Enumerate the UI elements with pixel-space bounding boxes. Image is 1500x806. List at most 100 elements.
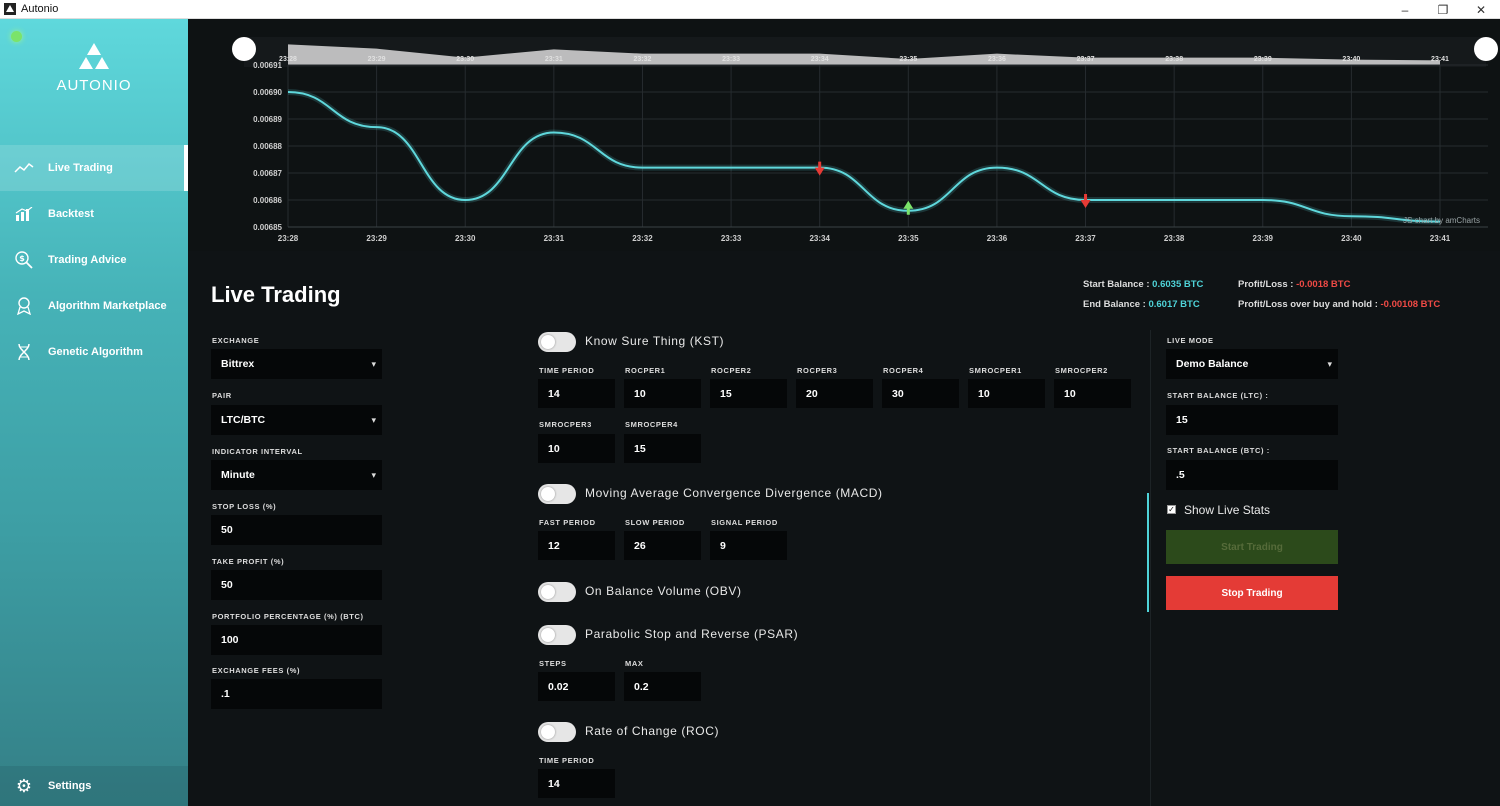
take-profit-label: Take Profit (%) [212, 557, 285, 566]
y-tick-label: 0.00686 [253, 196, 282, 205]
profit-stats: Profit/Loss : -0.0018 BTC Profit/Loss ov… [1238, 278, 1440, 318]
kst-toggle[interactable] [538, 332, 576, 352]
kst-rocper3-input[interactable]: 20 [796, 379, 873, 408]
end-balance-label: End Balance : [1083, 299, 1146, 310]
psar-steps-label: Steps [539, 659, 567, 668]
roc-time-period-input[interactable]: 14 [538, 769, 615, 798]
show-live-stats-checkbox[interactable]: ✓ [1167, 505, 1176, 514]
obv-toggle[interactable] [538, 582, 576, 602]
macd-toggle[interactable] [538, 484, 576, 504]
price-line-glow [287, 89, 1441, 225]
x-tick-label: 23:34 [809, 234, 830, 243]
scrollbar-tick-label: 23:39 [1254, 56, 1272, 63]
y-tick-label: 0.00690 [253, 88, 282, 97]
sell-marker [1080, 194, 1091, 208]
sidebar-item-label: Trading Advice [48, 254, 127, 266]
start-balance-ltc-input[interactable]: 15 [1166, 405, 1338, 435]
sidebar-item-label: Genetic Algorithm [48, 346, 143, 358]
kst-smrocper2-input[interactable]: 10 [1054, 379, 1131, 408]
price-chart-svg: 0.00685 0.00686 0.00687 0.00688 0.00689 0.006… [232, 37, 1498, 243]
start-balance-btc-input[interactable]: .5 [1166, 460, 1338, 490]
page-title: Live Trading [211, 282, 341, 307]
portfolio-percentage-label: Portfolio Percentage (%) (BTC) [212, 612, 364, 621]
macd-slow-period-label: Slow Period [625, 518, 685, 527]
macd-slow-period-input[interactable]: 26 [624, 531, 701, 560]
x-tick-label: 23:38 [1164, 234, 1185, 243]
psar-max-input[interactable]: 0.2 [624, 672, 701, 701]
x-tick-label: 23:31 [544, 234, 565, 243]
stop-loss-label: Stop Loss (%) [212, 502, 277, 511]
sidebar-item-settings[interactable]: ⚙ Settings [0, 766, 188, 806]
end-balance-value: 0.6017 BTC [1148, 299, 1200, 310]
portfolio-percentage-input[interactable]: 100 [211, 625, 382, 655]
live-mode-select[interactable]: Demo Balance [1166, 349, 1338, 379]
kst-smrocper4-input[interactable]: 15 [624, 434, 701, 463]
macd-signal-period-input[interactable]: 9 [710, 531, 787, 560]
scrollbar-tick-label: 23:30 [456, 56, 474, 63]
sidebar-item-label: Backtest [48, 208, 94, 220]
balance-stats: Start Balance : 0.6035 BTC End Balance :… [1083, 278, 1203, 318]
obv-title: On Balance Volume (OBV) [585, 584, 742, 598]
scrollbar-tick-label: 23:36 [988, 56, 1006, 63]
roc-title: Rate of Change (ROC) [585, 724, 720, 738]
kst-rocper3-label: ROCPER3 [797, 366, 838, 375]
y-tick-label: 0.00688 [253, 142, 282, 151]
indicator-interval-select[interactable]: Minute [211, 460, 382, 490]
psar-title: Parabolic Stop and Reverse (PSAR) [585, 627, 799, 641]
x-tick-label: 23:40 [1341, 234, 1362, 243]
minimize-button[interactable]: – [1386, 0, 1424, 19]
pair-select[interactable]: LTC/BTC [211, 405, 382, 435]
psar-steps-input[interactable]: 0.02 [538, 672, 615, 701]
scrollbar-tick-label: 23:40 [1342, 56, 1360, 63]
sidebar-item-trading-advice[interactable]: $ Trading Advice [0, 237, 188, 283]
exchange-fees-input[interactable]: .1 [211, 679, 382, 709]
scrollbar-tick-label: 23:38 [1165, 56, 1183, 63]
logo-text: AUTONIO [56, 77, 132, 94]
sidebar-item-algorithm-marketplace[interactable]: Algorithm Marketplace [0, 283, 188, 329]
svg-text:$: $ [19, 254, 25, 263]
sidebar-item-backtest[interactable]: Backtest [0, 191, 188, 237]
kst-rocper2-label: ROCPER2 [711, 366, 752, 375]
stop-loss-input[interactable]: 50 [211, 515, 382, 545]
gear-icon: ⚙ [15, 775, 33, 796]
x-tick-label: 23:36 [987, 234, 1008, 243]
y-tick-label: 0.00687 [253, 169, 282, 178]
kst-rocper4-input[interactable]: 30 [882, 379, 959, 408]
psar-toggle[interactable] [538, 625, 576, 645]
kst-time-period-input[interactable]: 14 [538, 379, 615, 408]
profit-loss-value: -0.0018 BTC [1296, 279, 1351, 290]
psar-max-label: Max [625, 659, 644, 668]
price-chart[interactable]: 0.00685 0.00686 0.00687 0.00688 0.00689 0.006… [188, 19, 1500, 251]
window-titlebar: Autonio – ❐ ✕ [0, 0, 1500, 19]
exchange-fees-label: Exchange Fees (%) [212, 666, 301, 675]
badge-icon [14, 297, 34, 315]
roc-toggle[interactable] [538, 722, 576, 742]
column-separator [1150, 330, 1151, 806]
sidebar-item-genetic-algorithm[interactable]: Genetic Algorithm [0, 329, 188, 375]
start-balance-label: Start Balance : [1083, 279, 1150, 290]
start-trading-button[interactable]: Start Trading [1166, 530, 1338, 564]
close-button[interactable]: ✕ [1462, 0, 1500, 19]
chart-credit: JS chart by amCharts [1403, 216, 1480, 225]
scrollbar-tick-label: 23:32 [634, 56, 652, 63]
kst-rocper2-input[interactable]: 15 [710, 379, 787, 408]
window-controls: – ❐ ✕ [1386, 0, 1500, 19]
sidebar-item-live-trading[interactable]: Live Trading [0, 145, 188, 191]
restore-button[interactable]: ❐ [1424, 0, 1462, 19]
x-tick-label: 23:33 [721, 234, 742, 243]
section-accent-line [1147, 493, 1149, 612]
take-profit-input[interactable]: 50 [211, 570, 382, 600]
kst-rocper1-label: ROCPER1 [625, 366, 666, 375]
kst-rocper1-input[interactable]: 10 [624, 379, 701, 408]
autonio-logo-icon [74, 41, 114, 75]
macd-title: Moving Average Convergence Divergence (M… [585, 486, 883, 500]
stop-trading-button[interactable]: Stop Trading [1166, 576, 1338, 610]
kst-smrocper3-input[interactable]: 10 [538, 434, 615, 463]
start-balance-btc-label: Start Balance (BTC) : [1167, 446, 1270, 455]
scrollbar-left-handle [232, 37, 256, 61]
macd-fast-period-input[interactable]: 12 [538, 531, 615, 560]
settings-label: Settings [48, 780, 92, 792]
exchange-label: Exchange [212, 336, 260, 345]
kst-smrocper1-input[interactable]: 10 [968, 379, 1045, 408]
exchange-select[interactable]: Bittrex [211, 349, 382, 379]
